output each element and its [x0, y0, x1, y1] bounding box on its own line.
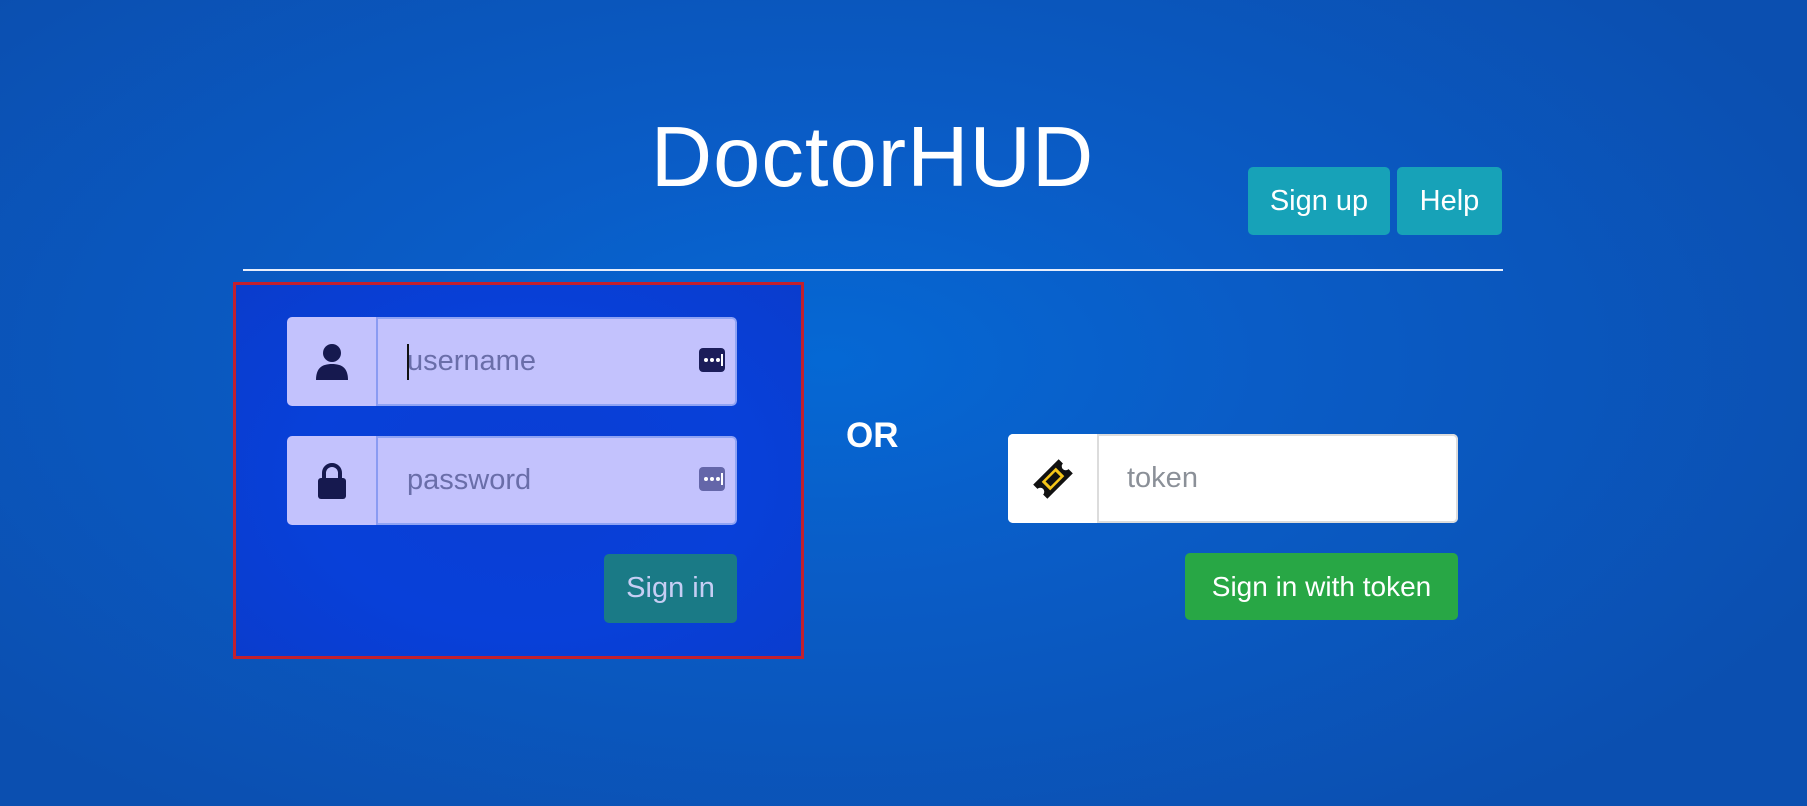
token-addon	[1008, 434, 1099, 523]
header-divider	[243, 269, 1503, 271]
username-input-wrap	[378, 317, 737, 406]
token-input-wrap	[1099, 434, 1458, 523]
or-separator: OR	[846, 416, 899, 455]
password-manager-icon[interactable]	[699, 467, 725, 491]
username-input[interactable]	[378, 319, 735, 404]
user-icon	[315, 343, 348, 380]
help-button[interactable]: Help	[1397, 167, 1502, 235]
token-field	[1008, 434, 1458, 523]
username-addon	[287, 317, 378, 406]
password-field	[287, 436, 737, 525]
password-input[interactable]	[378, 438, 735, 523]
sign-in-button[interactable]: Sign in	[604, 554, 737, 623]
token-input[interactable]	[1099, 436, 1456, 521]
lock-icon	[317, 462, 346, 499]
password-input-wrap	[378, 436, 737, 525]
password-addon	[287, 436, 378, 525]
ticket-icon	[1032, 458, 1073, 499]
username-field	[287, 317, 737, 406]
password-manager-icon[interactable]	[699, 348, 725, 372]
text-cursor	[407, 344, 409, 380]
sign-in-with-token-button[interactable]: Sign in with token	[1185, 553, 1458, 620]
sign-up-button[interactable]: Sign up	[1248, 167, 1390, 235]
